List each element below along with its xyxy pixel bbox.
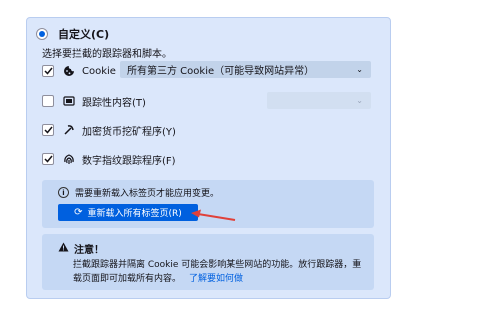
tracking-content-row: 跟踪性内容(T) [42,93,146,109]
cryptominer-label: 加密货币挖矿程序(Y) [82,126,176,138]
fingerprinter-label: 数字指纹跟踪程序(F) [82,155,176,167]
chevron-down-icon: ⌄ [356,96,363,105]
cookie-select[interactable]: 所有第三方 Cookie（可能导致网站异常） ⌄ [120,61,371,78]
fingerprinter-row: 数字指纹跟踪程序(F) [42,151,176,167]
fingerprinter-checkbox[interactable] [42,153,54,165]
cookie-label: Cookie [82,65,116,77]
tracking-content-icon [62,94,76,108]
custom-radio[interactable] [36,28,48,40]
reload-icon: ⟳ [74,207,83,218]
info-icon: i [58,187,69,198]
reload-all-tabs-button[interactable]: ⟳ 重新载入所有标签页(R) [58,204,198,221]
reload-all-tabs-label: 重新载入所有标签页(R) [87,209,182,219]
warning-icon [58,242,69,255]
cookie-select-value: 所有第三方 Cookie（可能导致网站异常） [127,66,315,77]
cookie-icon [62,64,76,78]
custom-option-subtitle: 选择要拦截的跟踪器和脚本。 [42,49,172,60]
annotation-arrow [191,209,236,221]
fingerprinter-icon [62,152,76,166]
cryptominer-checkbox[interactable] [42,124,54,136]
chevron-down-icon: ⌄ [356,65,363,74]
tracking-content-select[interactable]: ⌄ [267,92,371,109]
warning-header: 注意！ [58,241,104,256]
custom-option-title: 自定义(C) [58,28,110,41]
tracking-content-label: 跟踪性内容(T) [82,97,146,109]
cryptominer-icon [62,123,76,137]
warning-body: 拦截跟踪器并隔离 Cookie 可能会影响某些网站的功能。放行跟踪器，重载页面即… [73,258,368,286]
warning-box: 注意！ 拦截跟踪器并隔离 Cookie 可能会影响某些网站的功能。放行跟踪器，重… [42,234,374,290]
warning-title: 注意！ [74,245,104,256]
tracking-content-checkbox[interactable] [42,95,54,107]
learn-more-link[interactable]: 了解要如何做 [189,274,243,284]
cookie-checkbox[interactable] [42,65,54,77]
cryptominer-row: 加密货币挖矿程序(Y) [42,122,176,138]
custom-protection-panel: 自定义(C) 选择要拦截的跟踪器和脚本。 Cookie 所有第三方 Cookie… [26,17,391,299]
reload-notice-text-row: i 需要重新载入标签页才能应用变更。 [58,186,219,199]
reload-notice-text: 需要重新载入标签页才能应用变更。 [75,189,220,199]
cookie-row: Cookie [42,63,116,79]
